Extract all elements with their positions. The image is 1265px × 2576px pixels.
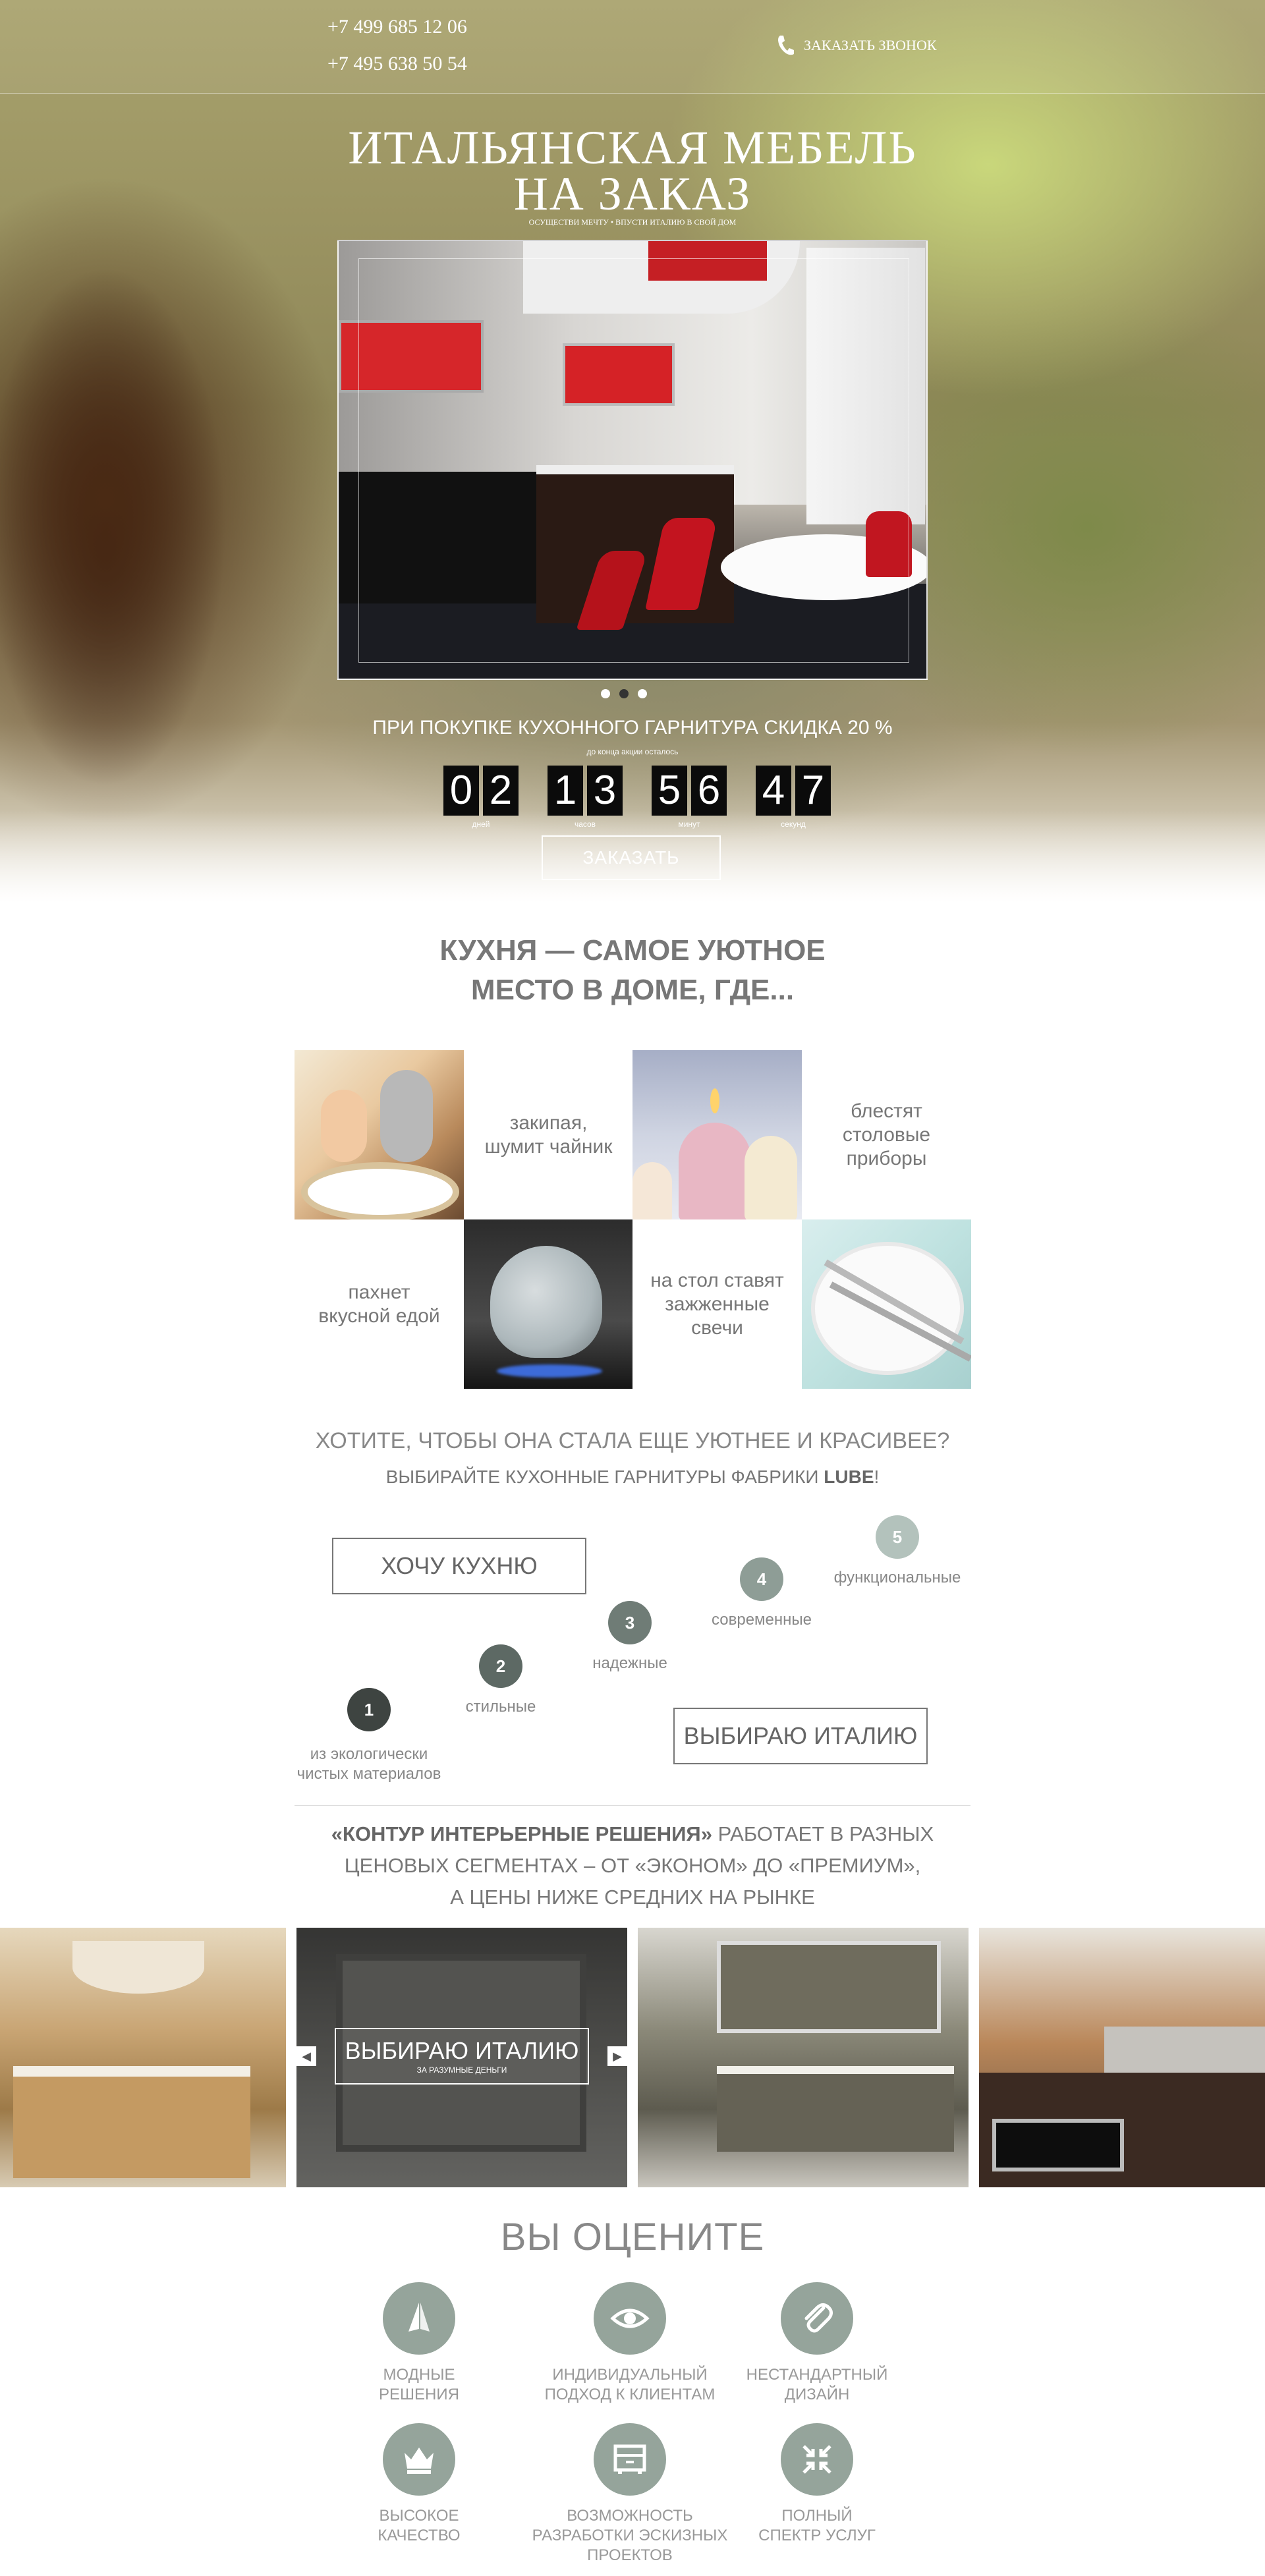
contour-text-line2: ЦЕНОВЫХ СЕГМЕНТАХ – ОТ «ЭКОНОМ» ДО «ПРЕМ… bbox=[344, 1854, 921, 1877]
countdown-digit: 3 bbox=[587, 766, 623, 816]
slider-inner-frame bbox=[358, 258, 909, 663]
choose-italy-button[interactable]: ВЫБИРАЮ ИТАЛИЮ bbox=[673, 1708, 928, 1764]
feature-quality: ВЫСОКОЕ КАЧЕСТВО bbox=[320, 2423, 518, 2546]
countdown-days: 0 2 дней bbox=[439, 766, 523, 829]
step-number: 1 bbox=[347, 1688, 391, 1731]
want-kitchen-button[interactable]: ХОЧУ КУХНЮ bbox=[332, 1538, 586, 1594]
gallery-next-arrow[interactable]: ▶ bbox=[607, 2046, 627, 2066]
tile-text-food: пахнет вкусной едой bbox=[295, 1219, 464, 1389]
candles-photo bbox=[632, 1050, 802, 1219]
question-text: ХОТИТЕ, ЧТОБЫ ОНА СТАЛА ЕЩЕ УЮТНЕЕ И КРА… bbox=[315, 1428, 950, 1453]
phone-icon bbox=[778, 36, 794, 55]
countdown-digit: 0 bbox=[443, 766, 479, 816]
callback-button[interactable]: ЗАКАЗАТЬ ЗВОНОК bbox=[776, 34, 937, 57]
gallery-button-label: ВЫБИРАЮ ИТАЛИЮ bbox=[345, 2037, 579, 2064]
countdown-hours: 1 3 часов bbox=[543, 766, 627, 829]
step-number: 2 bbox=[479, 1644, 522, 1688]
feature-label: ПОЛНЫЙ СПЕКТР УСЛУГ bbox=[758, 2507, 876, 2544]
step-label: функциональные bbox=[833, 1569, 961, 1586]
countdown-digit: 4 bbox=[756, 766, 791, 816]
tile-text-candles: на стол ставят зажженные свечи bbox=[632, 1219, 802, 1389]
hero-title-line2: НА ЗАКАЗ bbox=[513, 167, 752, 220]
slider-dot-2[interactable] bbox=[619, 689, 629, 698]
choose-suffix: ! bbox=[874, 1467, 880, 1487]
step-label: современные bbox=[711, 1611, 812, 1629]
gallery-photo-4 bbox=[979, 1928, 1265, 2187]
paperclip-icon bbox=[781, 2282, 853, 2355]
compress-icon bbox=[781, 2423, 853, 2496]
promo-countdown-caption: до конца акции осталось bbox=[586, 747, 679, 756]
step-label: из экологически чистых материалов bbox=[296, 1745, 441, 1783]
countdown-digit: 2 bbox=[483, 766, 519, 816]
hero-title-line1: ИТАЛЬЯНСКАЯ МЕБЕЛЬ bbox=[348, 121, 917, 174]
feature-individual: ИНДИВИДУАЛЬНЫЙ ПОДХОД К КЛИЕНТАМ bbox=[531, 2282, 729, 2405]
sail-icon bbox=[383, 2282, 455, 2355]
kettle-photo bbox=[464, 1219, 633, 1389]
company-name: «КОНТУР ИНТЕРЬЕРНЫЕ РЕШЕНИЯ» bbox=[331, 1822, 712, 1845]
countdown-digit: 6 bbox=[691, 766, 727, 816]
choose-prefix: ВЫБИРАЙТЕ КУХОННЫЕ ГАРНИТУРЫ ФАБРИКИ bbox=[385, 1467, 824, 1487]
step-5: 5 функциональные bbox=[799, 1515, 996, 1588]
contour-text-line3: А ЦЕНЫ НИЖЕ СРЕДНИХ НА РЫНКЕ bbox=[450, 1886, 815, 1909]
eye-icon bbox=[594, 2282, 666, 2355]
kitchen-section-title-line2: МЕСТО В ДОМЕ, ГДЕ... bbox=[470, 974, 795, 1006]
callback-label: ЗАКАЗАТЬ ЗВОНОК bbox=[804, 37, 937, 53]
countdown-digit: 1 bbox=[548, 766, 583, 816]
feature-label: МОДНЫЕ РЕШЕНИЯ bbox=[379, 2366, 459, 2403]
countdown-digit: 5 bbox=[652, 766, 687, 816]
feature-label: НЕСТАНДАРТНЫЙ ДИЗАЙН bbox=[746, 2366, 888, 2403]
slider-dot-1[interactable] bbox=[601, 689, 610, 698]
feature-design: НЕСТАНДАРТНЫЙ ДИЗАЙН bbox=[718, 2282, 916, 2405]
step-number: 5 bbox=[876, 1515, 919, 1559]
step-number: 4 bbox=[740, 1557, 783, 1601]
gallery-button-sublabel: ЗА РАЗУМНЫЕ ДЕНЬГИ bbox=[416, 2065, 507, 2075]
tile-text-cutlery: блестят столовые приборы bbox=[802, 1050, 971, 1219]
feature-label: ВОЗМОЖНОСТЬ РАЗРАБОТКИ ЭСКИЗНЫХ ПРОЕКТОВ bbox=[532, 2507, 728, 2564]
drawer-icon bbox=[594, 2423, 666, 2496]
top-bar bbox=[0, 0, 1265, 94]
countdown-digit: 7 bbox=[795, 766, 831, 816]
step-label: надежные bbox=[592, 1654, 667, 1672]
gallery-choose-italy-button[interactable]: ВЫБИРАЮ ИТАЛИЮ ЗА РАЗУМНЫЕ ДЕНЬГИ bbox=[335, 2028, 589, 2085]
order-button[interactable]: ЗАКАЗАТЬ bbox=[542, 835, 721, 880]
features-title: ВЫ ОЦЕНИТЕ bbox=[500, 2216, 765, 2258]
feature-label: ИНДИВИДУАЛЬНЫЙ ПОДХОД К КЛИЕНТАМ bbox=[544, 2366, 716, 2403]
countdown-label: секунд bbox=[781, 820, 806, 829]
gallery-photo-1 bbox=[0, 1928, 286, 2187]
contour-text-line1: «КОНТУР ИНТЕРЬЕРНЫЕ РЕШЕНИЯ» РАБОТАЕТ В … bbox=[0, 1818, 1265, 1850]
step-number: 3 bbox=[608, 1601, 652, 1644]
kitchen-tiles-grid: закипая, шумит чайник блестят столовые п… bbox=[295, 1050, 971, 1389]
step-label: стильные bbox=[465, 1698, 536, 1716]
countdown-label: минут bbox=[678, 820, 700, 829]
feature-sketches: ВОЗМОЖНОСТЬ РАЗРАБОТКИ ЭСКИЗНЫХ ПРОЕКТОВ bbox=[531, 2423, 729, 2565]
contour-line1-rest: РАБОТАЕТ В РАЗНЫХ bbox=[712, 1822, 934, 1845]
gallery-prev-arrow[interactable]: ◀ bbox=[296, 2046, 316, 2066]
hero-slider-image bbox=[337, 240, 928, 680]
slider-dots bbox=[601, 689, 647, 698]
feature-fashion: МОДНЫЕ РЕШЕНИЯ bbox=[320, 2282, 518, 2405]
phone-link-1[interactable]: +7 499 685 12 06 bbox=[327, 16, 467, 38]
promo-text: ПРИ ПОКУПКЕ КУХОННОГО ГАРНИТУРА СКИДКА 2… bbox=[372, 717, 893, 739]
countdown-label: дней bbox=[472, 820, 490, 829]
family-dinner-photo bbox=[295, 1050, 464, 1219]
cutlery-photo bbox=[802, 1219, 971, 1389]
countdown-seconds: 4 7 секунд bbox=[751, 766, 835, 829]
countdown-timer: 0 2 дней 1 3 часов 5 6 минут 4 7 секунд bbox=[439, 766, 835, 829]
brand-name: LUBE bbox=[824, 1467, 874, 1487]
section-divider bbox=[295, 1805, 970, 1806]
feature-services: ПОЛНЫЙ СПЕКТР УСЛУГ bbox=[718, 2423, 916, 2546]
tile-text-kettle: закипая, шумит чайник bbox=[464, 1050, 633, 1219]
crown-icon bbox=[383, 2423, 455, 2496]
gallery-photo-3 bbox=[638, 1928, 969, 2187]
choose-brand-text: ВЫБИРАЙТЕ КУХОННЫЕ ГАРНИТУРЫ ФАБРИКИ LUB… bbox=[0, 1467, 1265, 1488]
phone-link-2[interactable]: +7 495 638 50 54 bbox=[327, 53, 467, 75]
hero-subtitle: ОСУЩЕСТВИ МЕЧТУ • ВПУСТИ ИТАЛИЮ В СВОЙ Д… bbox=[528, 217, 737, 227]
slider-dot-3[interactable] bbox=[638, 689, 647, 698]
countdown-label: часов bbox=[574, 820, 596, 829]
feature-label: ВЫСОКОЕ КАЧЕСТВО bbox=[378, 2507, 461, 2544]
countdown-minutes: 5 6 минут bbox=[647, 766, 731, 829]
kitchen-section-title-line1: КУХНЯ — САМОЕ УЮТНОЕ bbox=[439, 934, 826, 966]
